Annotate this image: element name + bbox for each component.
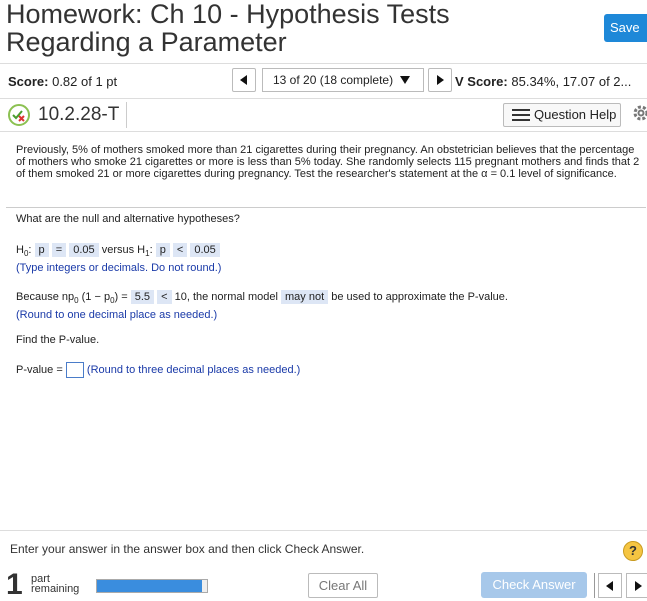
divider (0, 98, 647, 99)
divider (0, 63, 647, 64)
divider (0, 131, 647, 132)
divider (6, 207, 646, 208)
h0-value-field[interactable]: 0.05 (69, 243, 99, 257)
save-button[interactable]: Save (604, 14, 647, 42)
next-question-button[interactable] (428, 68, 452, 92)
np-operator-field[interactable]: < (157, 290, 172, 304)
hypotheses-answer: H0: p = 0.05 versus H1: p < 0.05 (16, 243, 220, 259)
instructions: Enter your answer in the answer box and … (10, 542, 365, 556)
score-display: Score: 0.82 of 1 pt (8, 74, 117, 89)
triangle-right-icon (437, 75, 444, 85)
page-title: Homework: Ch 10 - Hypothesis Tests Regar… (6, 0, 450, 57)
normal-model-statement: Because np0 (1 − p0) = 5.5 < 10, the nor… (16, 290, 508, 306)
np-value-field[interactable]: 5.5 (130, 290, 155, 304)
triangle-left-icon (606, 580, 613, 591)
hw-score-value: 85.34%, 17.07 of 2... (511, 74, 632, 89)
previous-button[interactable] (598, 573, 622, 598)
pvalue-input[interactable] (65, 362, 84, 378)
list-icon (512, 109, 530, 121)
partial-credit-icon (8, 104, 30, 126)
question-help-button[interactable]: Question Help (503, 103, 621, 127)
hw-score-label: V Score: (455, 74, 508, 89)
check-answer-button[interactable]: Check Answer (481, 572, 587, 598)
hypotheses-note: (Type integers or decimals. Do not round… (16, 262, 222, 274)
pvalue-prompt: Find the P-value. (16, 334, 100, 346)
hypotheses-prompt: What are the null and alternative hypoth… (16, 213, 240, 225)
question-help-label: Question Help (534, 107, 617, 122)
h0-parameter-field[interactable]: p (34, 243, 49, 257)
progress-bar (96, 579, 208, 593)
h0-operator-field[interactable]: = (51, 243, 67, 257)
versus-label: versus H1: (101, 244, 153, 259)
h1-operator-field[interactable]: < (172, 243, 188, 257)
score-value: 0.82 of 1 pt (52, 74, 118, 89)
previous-question-button[interactable] (232, 68, 256, 92)
problem-statement: Previously, 5% of mothers smoked more th… (16, 144, 640, 180)
h0-label: H0: (16, 244, 32, 259)
next-button[interactable] (626, 573, 647, 598)
normal-model-note: (Round to one decimal place as needed.) (16, 309, 218, 321)
pvalue-note: (Round to three decimal places as needed… (86, 363, 301, 376)
question-id: 10.2.28-T (38, 104, 120, 125)
parts-remaining-label: part remaining (31, 573, 80, 595)
pvalue-label: P-value = (16, 363, 63, 376)
clear-all-button[interactable]: Clear All (308, 573, 378, 598)
triangle-down-icon (400, 76, 411, 84)
homework-score: V Score: 85.34%, 17.07 of 2... (455, 74, 631, 89)
triangle-right-icon (635, 580, 642, 591)
question-selector[interactable]: 13 of 20 (18 complete) (262, 68, 424, 92)
question-position: 13 of 20 (18 complete) (273, 73, 394, 87)
triangle-left-icon (240, 75, 247, 85)
parts-remaining-count: 1 (6, 568, 23, 601)
pvalue-row: P-value = (Round to three decimal places… (16, 362, 300, 378)
score-label: Score: (8, 74, 49, 89)
divider (594, 573, 595, 598)
help-icon[interactable]: ? (623, 541, 643, 561)
progress-bar-fill (97, 580, 202, 592)
h1-value-field[interactable]: 0.05 (190, 243, 220, 257)
normal-model-choice-field[interactable]: may not (281, 290, 329, 304)
gear-icon[interactable] (632, 104, 647, 122)
divider (126, 102, 127, 128)
h1-parameter-field[interactable]: p (155, 243, 170, 257)
divider (0, 530, 647, 531)
